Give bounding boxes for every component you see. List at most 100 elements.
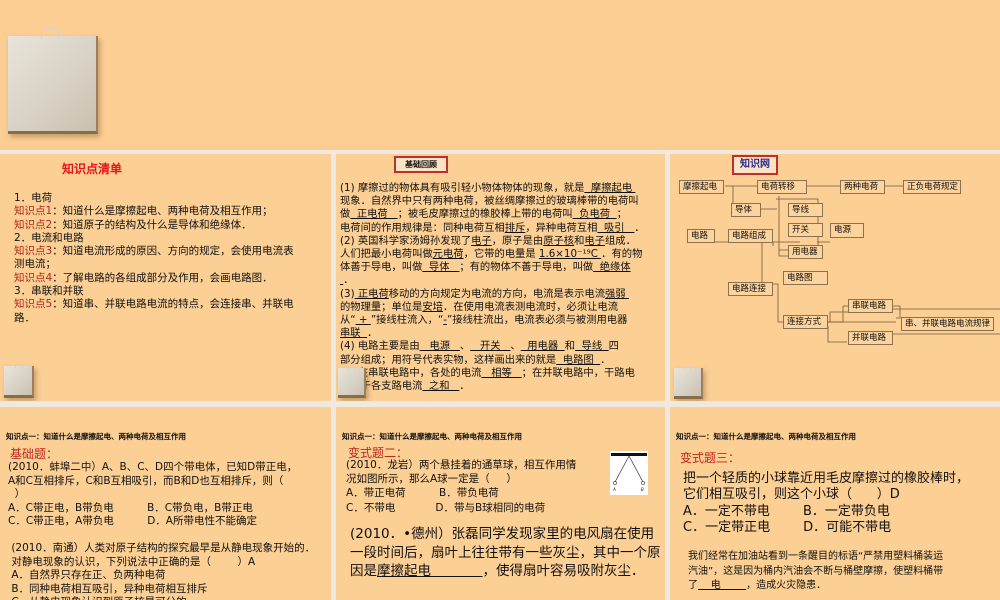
text-line: 路． <box>14 312 294 325</box>
text-segment: 2．电流和电路 <box>14 231 84 244</box>
node-connection-method: 连接方式 <box>783 315 828 329</box>
text-segment: 做 <box>340 208 351 221</box>
text-segment: ． <box>600 353 611 366</box>
text-segment: ． <box>634 221 645 234</box>
text-segment: 汽油”，这是因为桶内汽油会不断与桶壁摩擦，使塑料桶带 <box>688 565 944 577</box>
node-parallel-circuit: 并联电路 <box>848 331 893 345</box>
node-conductor: 导体 <box>731 203 761 217</box>
text-segment: 、 <box>510 340 521 353</box>
text-segment: 移动的方向规定为电流的方向，电流是表示电流 <box>388 287 605 300</box>
text-line: A和C互相排斥，C和B互相吸引，而B和D也互相排斥，则（ <box>8 475 315 489</box>
text-segment: (2010．龙岩）两个悬挂着的通草球，相互作用情 <box>346 459 577 471</box>
text-segment: ） <box>8 488 26 500</box>
text-segment: A和C互相排斥，C和B互相吸引，而B和D也互相排斥，则（ <box>8 474 284 487</box>
text-line: (2010．蚌埠二中）A、B、C、D四个带电体，已知D带正电， <box>8 461 315 475</box>
text-line: 体善于导电，叫做 导体 ；有的物体不善于导电，叫做 绝缘体 <box>340 261 645 274</box>
answer-blank: 负电荷 <box>572 208 617 221</box>
answer-blank: 导线 <box>574 340 609 353</box>
text-line: 做 正电荷 ；被毛皮摩擦过的橡胶棒上带的电荷叫 负电荷 ； <box>340 208 645 221</box>
text-segment: ：知道原子的结构及什么是导体和绝缘体． <box>52 218 252 231</box>
text-line: 知识点2：知道原子的结构及什么是导体和绝缘体． <box>14 219 294 232</box>
text-line: 串联 ． <box>340 327 645 340</box>
text-segment: C．一定带正电 D．可能不带电 <box>683 519 892 535</box>
answer-blank: 电子 <box>471 234 492 247</box>
text-segment: (3) <box>340 287 355 300</box>
text-line: 把一个轻质的小球靠近用毛皮摩擦过的橡胶棒时， <box>683 471 969 487</box>
slide-body: (2010．蚌埠二中）A、B、C、D四个带电体，已知D带正电， A和C互相排斥，C… <box>8 461 315 600</box>
slide-subtitle: 变式题三： <box>680 451 741 465</box>
answer-blank: 开关 <box>470 340 511 353</box>
text-segment: ”接线柱流出，电流表必须与被测用电器 <box>447 314 628 327</box>
text-segment: ：知道串、并联电路电流的特点，会连接串、并联电 <box>52 298 294 311</box>
ball-b-label: B <box>641 487 644 492</box>
text-segment: ，使得扇叶容易吸附灰尘． <box>482 563 645 579</box>
node-circuit-diagram: 电路图 <box>783 271 828 285</box>
text-segment: ．在使用电流表测电流时，必须让电流 <box>442 300 619 313</box>
text-segment: ，造成火灾隐患． <box>746 580 827 591</box>
text-segment: (1) 摩擦过的物体具有吸引轻小物体物体的现象，就是 <box>340 182 585 194</box>
text-line: (5) 在串联电路中，各处的电流 相等 ；在并联电路中，干路电 <box>340 367 645 380</box>
text-segment: (2010．•德州）张磊同学发现家里的电风扇在使用 <box>350 526 655 542</box>
text-segment: 现象．自然界中只有两种电荷，被丝绸摩擦过的玻璃棒带的电荷叫 <box>340 195 639 208</box>
knowledge-point-label: 知识点1 <box>14 205 53 218</box>
text-line: 一段时间后，扇叶上往往带有一些灰尘，其中一个原 <box>350 544 661 563</box>
text-line: B．同种电荷相互吸引，异种电荷相互排斥 <box>8 583 315 597</box>
text-segment: 对静电现象的认识，下列说法中正确的是（ ）A <box>8 555 256 568</box>
slide-body: (1) 摩擦过的物体具有吸引轻小物体物体的现象，就是 摩擦起电 现象．自然界中只… <box>340 182 645 393</box>
text-segment: ”接线柱流入，“ <box>370 314 444 327</box>
slide-knowledge-list[interactable]: 知识点清单 1．电荷 知识点1：知道什么是摩擦起电、两种电荷及相互作用； 知识点2：… <box>0 154 331 401</box>
answer-blank: 串联 <box>340 327 368 340</box>
slide-knowledge-network[interactable]: 知识网 摩擦起电 电荷转移 两种电荷 正负电荷规定 导体 导线 电路 电路组成 … <box>670 154 1000 401</box>
text-line: 测电流； <box>14 258 294 271</box>
answer-blank: 导体 <box>422 261 460 274</box>
text-segment: 电荷间的作用规律是：同种电荷互相 <box>340 221 505 234</box>
text-line: C．从静电现象认识到原子核是可分的 <box>8 596 315 600</box>
text-segment: 测电流； <box>14 258 56 271</box>
node-series-circuit: 串联电路 <box>848 299 893 313</box>
node-current-rules: 串、并联电路电流规律 <box>901 317 994 331</box>
answer-blank: 电子 <box>584 234 605 247</box>
text-segment: ；被毛皮摩擦过的橡胶棒上带的电荷叫 <box>397 208 573 221</box>
answer-blank: 之和 <box>422 380 460 393</box>
text-line: 电荷间的作用规律是：同种电荷互相排斥，异种电荷互相 吸引 ． <box>340 222 645 235</box>
text-segment <box>8 529 11 541</box>
answer-blank: 电 <box>698 580 747 591</box>
slide-basic-questions[interactable]: 知识点一：知道什么是摩擦起电、两种电荷及相互作用 基础题： (2010．蚌埠二中… <box>0 407 331 600</box>
slide-header: 知识点一：知道什么是摩擦起电、两种电荷及相互作用 <box>342 432 522 441</box>
text-segment: ；在并联电路中，干路电 <box>521 366 635 379</box>
answer-blank: 摩擦起电 <box>377 563 483 579</box>
node-wire: 导线 <box>788 203 823 217</box>
slide-basic-review[interactable]: 基础回顾 (1) 摩擦过的物体具有吸引轻小物体物体的现象，就是 摩擦起电 现象．… <box>336 154 665 401</box>
node-two-charges: 两种电荷 <box>840 180 885 194</box>
text-segment: ． <box>343 274 354 287</box>
slide-variant-two[interactable]: 知识点一：知道什么是摩擦起电、两种电荷及相互作用 变式题二： (2010．龙岩）… <box>336 407 665 600</box>
node-charge-transfer: 电荷转移 <box>757 180 807 194</box>
knowledge-point-label: 知识点3 <box>14 245 53 258</box>
text-segment: 和 <box>564 340 575 353</box>
text-line: 汽油”，这是因为桶内汽油会不断与桶壁摩擦，使塑料桶带 <box>688 565 943 580</box>
text-segment: 它们相互吸引，则这个小球（ ）D <box>683 487 900 503</box>
text-segment: 组成． <box>604 234 636 247</box>
text-line: 知识点1：知道什么是摩擦起电、两种电荷及相互作用； <box>14 205 294 218</box>
answer-blank: 相等 <box>481 366 522 379</box>
text-segment: 从“ <box>340 314 356 327</box>
text-line: 3．串联和并联 <box>14 285 294 298</box>
slide-variant-three[interactable]: 知识点一：知道什么是摩擦起电、两种电荷及相互作用 变式题三： 把一个轻质的小球靠… <box>670 407 1000 600</box>
answer-blank: 排斥 <box>504 221 526 234</box>
node-circuit: 电路 <box>687 229 715 243</box>
text-segment: 部分组成；用符号代表实物，这样画出来的就是 <box>340 353 557 366</box>
text-line: A．一定不带电 B．一定带负电 <box>683 504 969 520</box>
text-segment: 的物理量；单位是 <box>340 300 423 313</box>
slide-body-large: 把一个轻质的小球靠近用毛皮摩擦过的橡胶棒时， 它们相互吸引，则这个小球（ ）D A．… <box>683 471 969 536</box>
text-line: 了 电 ，造成火灾隐患． <box>688 579 943 594</box>
answer-blank: 安培 <box>422 300 443 313</box>
node-friction-charging: 摩擦起电 <box>679 180 724 194</box>
answer-blank: 原子核 <box>543 234 575 247</box>
text-segment: 1．电荷 <box>14 192 53 204</box>
text-line: (4) 电路主要是由 电源 、 开关 、 用电器 和 导线 四 <box>340 340 645 353</box>
text-segment: 我们经常在加油站看到一条醒目的标语“严禁用塑料桶装运 <box>688 551 944 562</box>
text-line: 2．电流和电路 <box>14 232 294 245</box>
text-line: 知识点4：了解电路的各组成部分及作用，会画电路图． <box>14 272 294 285</box>
text-segment: A．带正电荷 B．带负电荷 <box>346 487 499 500</box>
text-segment: ．有的物 <box>601 248 643 261</box>
